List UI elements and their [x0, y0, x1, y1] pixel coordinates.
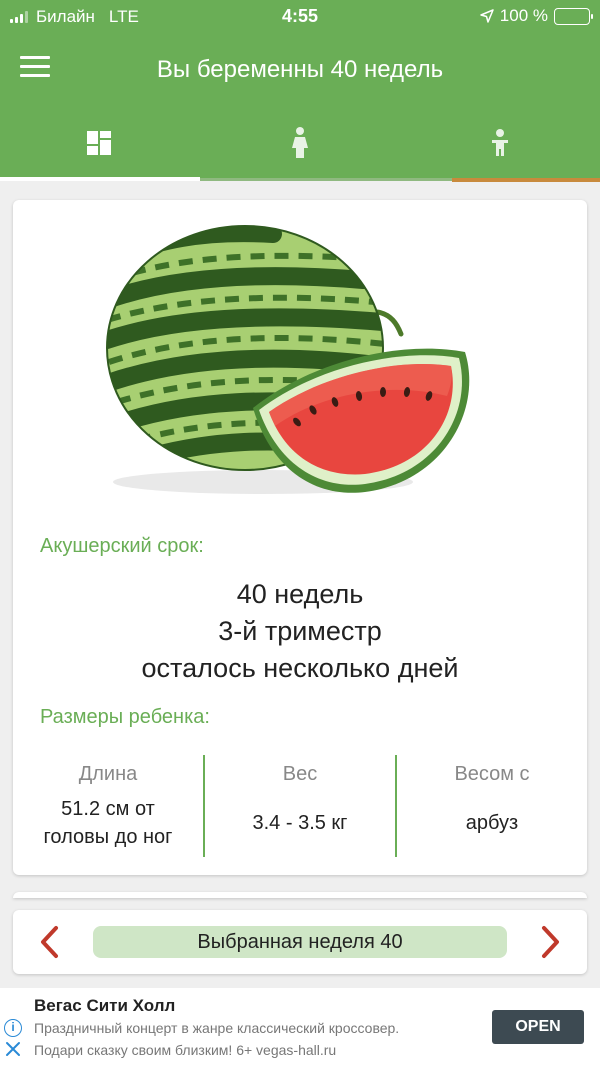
status-bar: Билайн LTE 4:55 100 % [0, 0, 600, 34]
dashboard-grid-icon [87, 130, 111, 155]
tab-mother[interactable] [200, 104, 400, 181]
battery-icon [554, 7, 593, 25]
term-remaining: осталось несколько дней [141, 653, 459, 683]
size-compare: Весом с арбуз [395, 755, 587, 857]
app-header: Билайн LTE 4:55 100 % Вы беременны 40 не… [0, 0, 600, 181]
size-length-value: 51.2 см от головы до ног [43, 798, 173, 848]
size-length-head: Длина [78, 763, 138, 785]
baby-child-icon [492, 128, 508, 156]
term-summary: 40 недель 3-й триместр осталось нескольк… [13, 576, 587, 687]
size-length: Длина 51.2 см от головы до ног [13, 755, 203, 857]
term-label: Акушерский срок: [40, 535, 204, 557]
term-weeks: 40 недель [236, 579, 364, 609]
selected-week-label[interactable]: Выбранная неделя 40 [93, 926, 507, 958]
chevron-right-icon[interactable] [535, 924, 565, 960]
size-weight-head: Вес [282, 763, 318, 785]
week-selector: Выбранная неделя 40 [13, 910, 587, 974]
tab-bar [0, 104, 600, 181]
ad-description-line1: Праздничный концерт в жанре классический… [34, 1020, 400, 1036]
pregnant-woman-icon [292, 126, 308, 158]
active-tab-indicator [0, 177, 200, 181]
baby-sizes: Длина 51.2 см от головы до ног Вес 3.4 -… [13, 755, 587, 857]
next-card-edge [13, 892, 587, 898]
ad-open-button[interactable]: OPEN [492, 1010, 584, 1044]
week-info-card: Акушерский срок: 40 недель 3-й триместр … [13, 200, 587, 875]
size-compare-value: арбуз [465, 812, 519, 834]
ad-title[interactable]: Вегас Сити Холл [34, 996, 175, 1016]
info-icon[interactable]: i [4, 1019, 22, 1037]
tab-divider [200, 178, 452, 181]
accent-strip [452, 178, 600, 182]
location-arrow-icon [480, 9, 494, 23]
tab-baby[interactable] [400, 104, 600, 181]
battery-percent: 100 % [499, 6, 548, 25]
term-trimester: 3-й триместр [218, 616, 382, 646]
close-icon[interactable] [5, 1041, 21, 1057]
page-title: Вы беременны 40 недель [156, 56, 444, 83]
size-compare-head: Весом с [454, 763, 530, 785]
toolbar: Вы беременны 40 недель [0, 34, 600, 104]
chevron-left-icon[interactable] [35, 924, 65, 960]
ad-description-line2: Подари сказку своим близким! 6+ vegas-ha… [34, 1042, 337, 1058]
ad-banner[interactable]: i Вегас Сити Холл Праздничный концерт в … [0, 988, 600, 1066]
size-weight: Вес 3.4 - 3.5 кг [203, 755, 395, 857]
sizes-label: Размеры ребенка: [40, 706, 210, 728]
watermelon-image [106, 225, 470, 494]
tab-dashboard[interactable] [0, 104, 200, 181]
size-weight-value: 3.4 - 3.5 кг [252, 812, 348, 834]
